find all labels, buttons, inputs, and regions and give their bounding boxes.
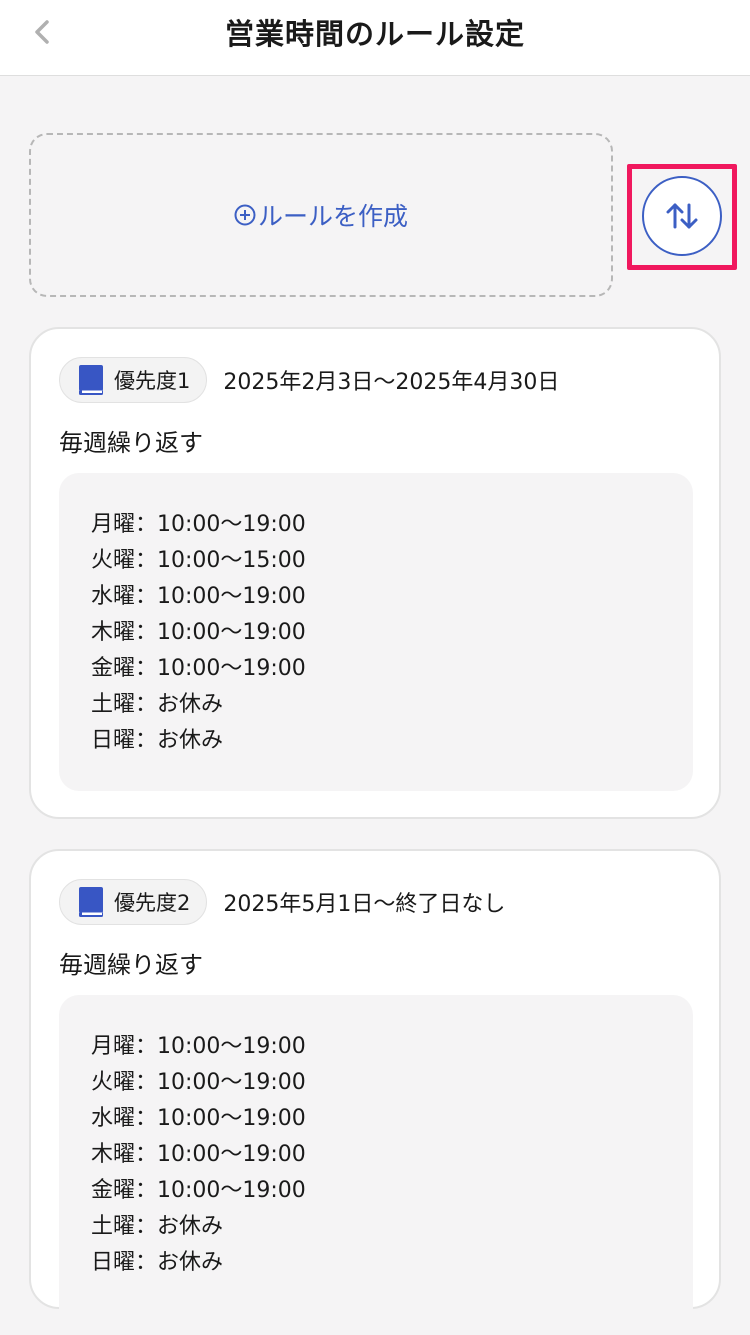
hours-friday: 金曜：10:00〜19:00: [91, 656, 306, 681]
priority-badge: 優先度2: [59, 879, 208, 925]
hours-monday: 月曜：10:00〜19:00: [91, 1034, 306, 1059]
page-title: 営業時間のルール設定: [224, 17, 525, 51]
sort-button[interactable]: [642, 176, 722, 256]
create-rule-label: ルールを作成: [257, 202, 408, 231]
date-range: 2025年2月3日〜2025年4月30日: [223, 370, 560, 395]
hours-thursday: 木曜：10:00〜19:00: [91, 620, 306, 645]
plus-circle-icon: [234, 204, 256, 226]
priority-label: 優先度1: [114, 369, 191, 393]
sort-arrows-icon: [666, 203, 698, 229]
hours-thursday: 木曜：10:00〜19:00: [91, 1142, 306, 1167]
create-rule-button[interactable]: ルールを作成: [29, 133, 613, 297]
rule-card[interactable]: 優先度2 2025年5月1日〜終了日なし 毎週繰り返す 月曜：10:00〜19:…: [29, 849, 721, 1335]
hours-wednesday: 水曜：10:00〜19:00: [91, 1106, 306, 1131]
priority-label: 優先度2: [114, 891, 191, 915]
rule-card[interactable]: 優先度1 2025年2月3日〜2025年4月30日 毎週繰り返す 月曜：10:0…: [29, 327, 721, 819]
hours-monday: 月曜：10:00〜19:00: [91, 512, 306, 537]
weekly-hours: 月曜：10:00〜19:00 火曜：10:00〜19:00 水曜：10:00〜1…: [59, 995, 693, 1335]
book-icon: [78, 886, 104, 918]
book-icon: [78, 364, 104, 396]
hours-wednesday: 水曜：10:00〜19:00: [91, 584, 306, 609]
hours-saturday: 土曜：お休み: [91, 1214, 224, 1239]
rule-card-header: 優先度2 2025年5月1日〜終了日なし: [59, 879, 505, 925]
hours-sunday: 日曜：お休み: [91, 728, 224, 753]
weekly-hours: 月曜：10:00〜19:00 火曜：10:00〜15:00 水曜：10:00〜1…: [59, 473, 693, 791]
hours-sunday: 日曜：お休み: [91, 1250, 224, 1275]
rule-card-header: 優先度1 2025年2月3日〜2025年4月30日: [59, 357, 559, 403]
date-range: 2025年5月1日〜終了日なし: [223, 892, 506, 917]
hours-saturday: 土曜：お休み: [91, 692, 224, 717]
app-header: 営業時間のルール設定: [0, 0, 750, 76]
hours-friday: 金曜：10:00〜19:00: [91, 1178, 306, 1203]
repeat-label: 毎週繰り返す: [59, 429, 203, 457]
hours-tuesday: 火曜：10:00〜15:00: [91, 548, 306, 573]
repeat-label: 毎週繰り返す: [59, 951, 203, 979]
priority-badge: 優先度1: [59, 357, 208, 403]
hours-tuesday: 火曜：10:00〜19:00: [91, 1070, 306, 1095]
